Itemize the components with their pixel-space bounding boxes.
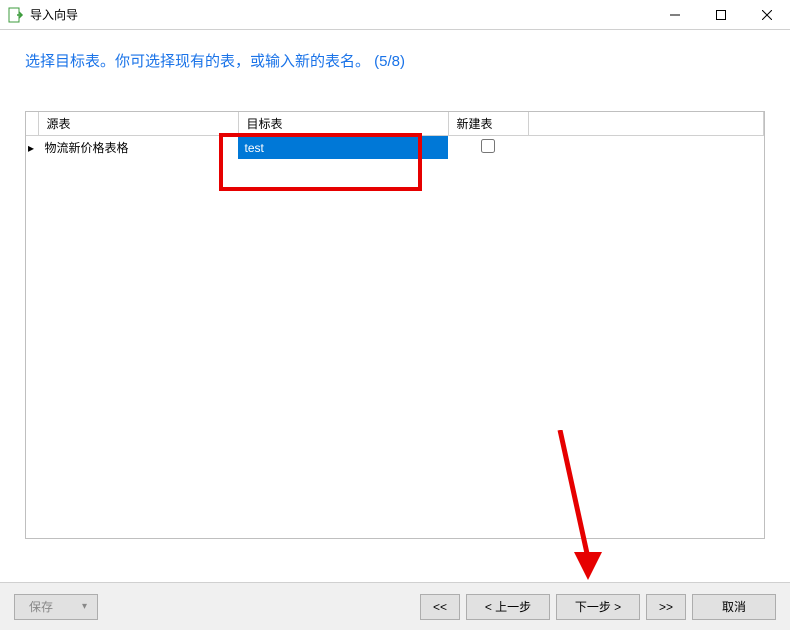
mapping-table-container: 源表 目标表 新建表 ▸ 物流新价格表格 test (25, 111, 765, 539)
column-header-target[interactable]: 目标表 (238, 112, 448, 136)
mapping-table: 源表 目标表 新建表 ▸ 物流新价格表格 test (26, 112, 764, 159)
row-indicator-header (26, 112, 38, 136)
header-area: 选择目标表。你可选择现有的表，或输入新的表名。 (5/8) (0, 30, 790, 81)
table-row[interactable]: ▸ 物流新价格表格 test (26, 136, 764, 160)
column-header-new[interactable]: 新建表 (448, 112, 528, 136)
footer-bar: 保存 ▾ << < 上一步 下一步 > >> 取消 (0, 582, 790, 630)
save-button-label: 保存 (29, 598, 53, 615)
column-header-rest (528, 112, 764, 136)
instruction-text: 选择目标表。你可选择现有的表，或输入新的表名。 (5/8) (25, 50, 765, 71)
save-button[interactable]: 保存 ▾ (14, 594, 98, 620)
current-row-indicator-icon: ▸ (26, 136, 38, 160)
minimize-button[interactable] (652, 0, 698, 30)
import-wizard-icon (8, 7, 24, 23)
previous-button[interactable]: < 上一步 (466, 594, 550, 620)
target-table-cell[interactable]: test (238, 136, 448, 160)
source-table-cell[interactable]: 物流新价格表格 (38, 136, 238, 160)
maximize-button[interactable] (698, 0, 744, 30)
close-button[interactable] (744, 0, 790, 30)
next-button[interactable]: 下一步 > (556, 594, 640, 620)
new-table-checkbox[interactable] (481, 139, 495, 153)
title-bar: 导入向导 (0, 0, 790, 30)
rest-cell (528, 136, 764, 160)
last-page-button[interactable]: >> (646, 594, 686, 620)
new-table-cell[interactable] (448, 136, 528, 160)
first-page-button[interactable]: << (420, 594, 460, 620)
dropdown-caret-icon: ▾ (82, 601, 87, 612)
cancel-button[interactable]: 取消 (692, 594, 776, 620)
column-header-source[interactable]: 源表 (38, 112, 238, 136)
window-title: 导入向导 (30, 6, 78, 23)
